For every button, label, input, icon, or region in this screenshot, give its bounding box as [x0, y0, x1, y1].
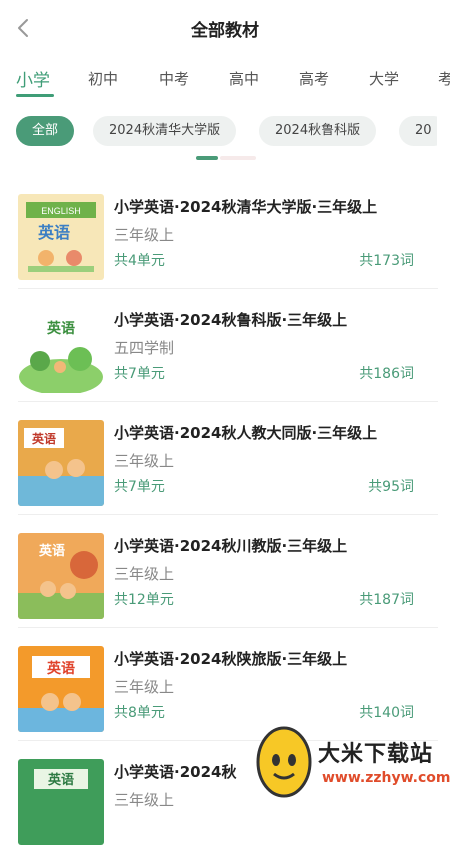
book-cover: 英语 — [18, 420, 104, 506]
tab-zhongkao[interactable]: 中考 — [159, 68, 189, 89]
cover-title: 英语 — [46, 660, 75, 677]
cover-title: 英语 — [37, 223, 70, 242]
book-cover: ENGLISH 英语 — [18, 194, 104, 280]
book-cover: 英语 — [18, 307, 104, 393]
book-title: 小学英语·2024秋陕旅版·三年级上 — [114, 650, 348, 668]
word-count: 共173词 — [359, 253, 414, 269]
egg-mascot-icon — [256, 726, 312, 798]
book-title: 小学英语·2024秋人教大同版·三年级上 — [114, 424, 378, 442]
chip-all[interactable]: 全部 — [16, 116, 75, 146]
tab-senior[interactable]: 高中 — [229, 68, 259, 89]
tab-exam[interactable]: 考 — [438, 68, 450, 89]
book-title: 小学英语·2024秋清华大学版·三年级上 — [114, 198, 378, 216]
word-count: 共95词 — [368, 479, 414, 495]
tab-gaokao[interactable]: 高考 — [299, 68, 329, 89]
book-cover: 英语 — [18, 646, 104, 732]
active-tab-underline — [16, 94, 54, 97]
cover-title: 英语 — [38, 543, 65, 559]
list-item[interactable]: 英语 小学英语·2024秋鲁科版·三年级上 五四学制 共7单元 共186词 — [18, 289, 438, 402]
tab-university[interactable]: 大学 — [369, 68, 399, 89]
watermark-url: www.zzhyw.com — [322, 770, 450, 786]
list-item[interactable]: ENGLISH 英语 小学英语·2024秋清华大学版·三年级上 三年级上 共4单… — [18, 176, 438, 289]
cover-title: 英语 — [46, 320, 75, 337]
page-indicator-track — [220, 156, 256, 160]
chip-luke[interactable]: 2024秋鲁科版 — [259, 116, 377, 146]
book-title: 小学英语·2024秋川教版·三年级上 — [114, 537, 348, 555]
cover-title: 英语 — [32, 431, 56, 446]
page-indicator-active — [196, 156, 218, 160]
unit-count: 共7单元 — [114, 366, 165, 382]
tab-primary[interactable]: 小学 — [16, 66, 50, 91]
book-title: 小学英语·2024秋 — [114, 763, 237, 781]
unit-count: 共12单元 — [114, 592, 174, 608]
book-title: 小学英语·2024秋鲁科版·三年级上 — [114, 311, 348, 329]
app-header: 全部教材 — [0, 0, 450, 56]
watermark-name: 大米下载站 — [318, 742, 434, 767]
book-cover: 英语 — [18, 533, 104, 619]
level-tabs: 小学 初中 中考 高中 高考 大学 考 — [0, 64, 450, 100]
chip-more[interactable]: 20 — [399, 116, 437, 146]
chip-qinghua[interactable]: 2024秋清华大学版 — [93, 116, 237, 146]
unit-count: 共7单元 — [114, 479, 165, 495]
list-item[interactable]: 英语 小学英语·2024秋川教版·三年级上 三年级上 共12单元 共187词 — [18, 515, 438, 628]
cover-title: 英语 — [47, 772, 74, 788]
edition-chips: 全部 2024秋清华大学版 2024秋鲁科版 20 — [0, 116, 437, 146]
cover-sub: ENGLISH — [41, 206, 81, 216]
tab-junior[interactable]: 初中 — [88, 68, 118, 89]
book-subtitle: 三年级上 — [114, 452, 175, 470]
book-subtitle: 五四学制 — [114, 339, 175, 357]
watermark-logo: 大米下载站 www.zzhyw.com — [248, 718, 450, 800]
list-item[interactable]: 英语 小学英语·2024秋人教大同版·三年级上 三年级上 共7单元 共95词 — [18, 402, 438, 515]
word-count: 共186词 — [359, 366, 414, 382]
book-subtitle: 三年级上 — [114, 678, 175, 696]
unit-count: 共8单元 — [114, 705, 165, 721]
book-cover: 英语 — [18, 759, 104, 845]
word-count: 共187词 — [359, 592, 414, 608]
book-subtitle: 三年级上 — [114, 565, 175, 583]
unit-count: 共4单元 — [114, 253, 165, 269]
book-subtitle: 三年级上 — [114, 226, 175, 244]
page-title: 全部教材 — [191, 21, 259, 41]
